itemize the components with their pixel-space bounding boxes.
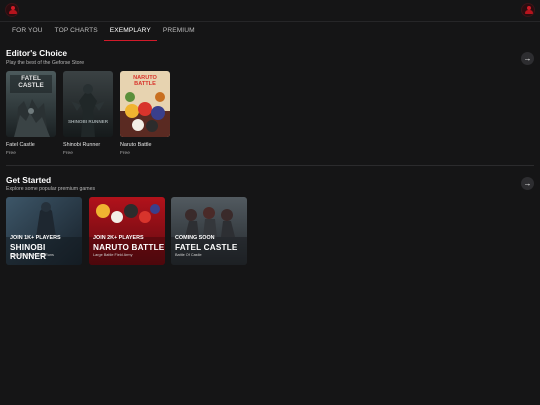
cover-title: FATEL CASTLE — [18, 75, 44, 89]
category-tabs: FOR YOU TOP CHARTS EXEMPLARY PREMIUM — [6, 24, 201, 41]
promo-description: Large Battle Field Army — [93, 253, 133, 257]
tab-top-charts[interactable]: TOP CHARTS — [49, 24, 104, 41]
promo-kicker: JOIN 2K+ PLAYERS — [93, 235, 144, 241]
promo-card-shinobi-runner[interactable]: JOIN 1K+ PLAYERS SHINOBI RUNNER Large Sh… — [6, 197, 82, 265]
get-started-title: Get Started — [6, 175, 52, 185]
promo-title: NARUTO BATTLE — [93, 243, 165, 252]
top-bar — [0, 0, 540, 22]
game-card-naruto-battle[interactable]: NARUTO BATTLE — [120, 71, 170, 137]
tab-exemplary[interactable]: EXEMPLARY — [103, 24, 157, 41]
game-name: Fatel Castle — [6, 142, 35, 148]
promo-title: SHINOBI RUNNER — [10, 243, 47, 261]
promo-kicker: JOIN 1K+ PLAYERS — [10, 235, 61, 241]
tab-for-you[interactable]: FOR YOU — [6, 24, 49, 41]
get-started-subtitle: Explore some popular premium games — [6, 186, 96, 192]
game-name: Naruto Battle — [120, 142, 152, 148]
game-price: Free — [63, 151, 73, 156]
editors-choice-subtitle: Play the best of the Geforse Store — [6, 60, 85, 66]
cover-title: NARUTO BATTLE — [133, 75, 157, 88]
game-name: Shinobi Runner — [63, 142, 101, 148]
game-card-fatel-castle[interactable]: FATEL CASTLE — [6, 71, 56, 137]
game-price: Free — [120, 151, 130, 156]
game-price: Free — [6, 151, 16, 156]
editors-choice-title: Editor's Choice — [6, 48, 68, 58]
logo-icon[interactable] — [5, 3, 19, 17]
game-card-shinobi-runner[interactable]: SHINOBI RUNNER — [63, 71, 113, 137]
section-divider — [6, 165, 534, 166]
promo-description: Large Shallows Run Runs — [10, 253, 54, 257]
user-avatar-icon[interactable] — [521, 3, 535, 17]
tab-premium[interactable]: PREMIUM — [157, 24, 201, 41]
promo-card-naruto-battle[interactable]: JOIN 2K+ PLAYERS NARUTO BATTLE Large Bat… — [89, 197, 165, 265]
promo-title: FATEL CASTLE — [175, 243, 238, 252]
promo-description: Battle Of Castle — [175, 253, 202, 257]
editors-choice-arrow-icon[interactable]: → — [521, 52, 534, 65]
promo-card-fatel-castle[interactable]: COMING SOON FATEL CASTLE Battle Of Castl… — [171, 197, 247, 265]
cover-title: SHINOBI RUNNER — [67, 119, 109, 124]
promo-kicker: COMING SOON — [175, 235, 215, 241]
get-started-arrow-icon[interactable]: → — [521, 177, 534, 190]
